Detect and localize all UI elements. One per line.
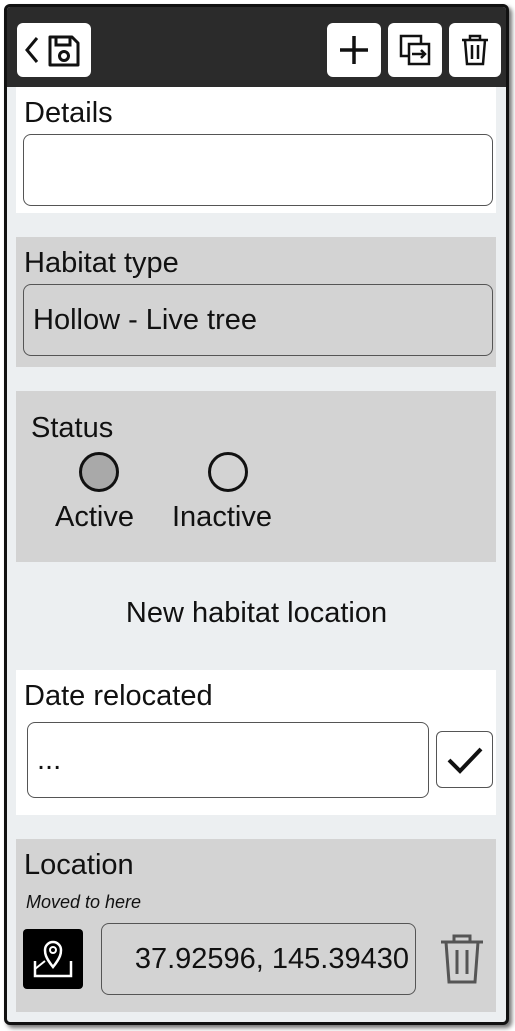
details-label: Details [24,97,113,129]
toolbar [7,7,506,87]
radio-inactive-label: Inactive [172,501,272,533]
new-location-heading: New habitat location [125,597,388,629]
details-card: Details [16,87,496,213]
status-label: Status [31,412,114,444]
location-card: Location Moved to here 37.92596, 145.394… [16,839,496,1012]
habitat-type-card: Habitat type Hollow - Live tree [16,237,496,367]
status-card: Status Active Inactive [16,391,496,562]
radio-active-label: Active [55,501,134,533]
map-location-button[interactable] [23,929,83,989]
trash-icon [462,34,488,66]
habitat-type-label: Habitat type [24,247,179,279]
copy-icon [399,34,431,66]
add-button[interactable] [327,23,381,77]
save-icon [48,35,80,67]
date-relocated-card: Date relocated ... [16,670,496,815]
date-relocated-label: Date relocated [24,680,213,712]
plus-icon [340,36,368,64]
copy-button[interactable] [388,23,442,77]
radio-inactive[interactable] [208,452,248,492]
location-label: Location [24,849,134,881]
location-coordinates[interactable]: 37.92596, 145.39430 [101,923,416,995]
trash-icon [441,934,483,984]
back-save-button[interactable] [17,23,91,77]
location-sublabel: Moved to here [26,892,142,912]
delete-button[interactable] [449,23,501,77]
location-delete-button[interactable] [436,931,488,987]
app-frame: Details Habitat type Hollow - Live tree … [4,4,509,1025]
radio-active[interactable] [79,452,119,492]
checkmark-icon [447,747,482,774]
map-pin-icon [33,940,73,978]
date-confirm-button[interactable] [436,731,493,788]
date-relocated-input[interactable]: ... [27,722,429,798]
details-input[interactable] [23,134,493,206]
habitat-type-select[interactable]: Hollow - Live tree [23,284,493,356]
